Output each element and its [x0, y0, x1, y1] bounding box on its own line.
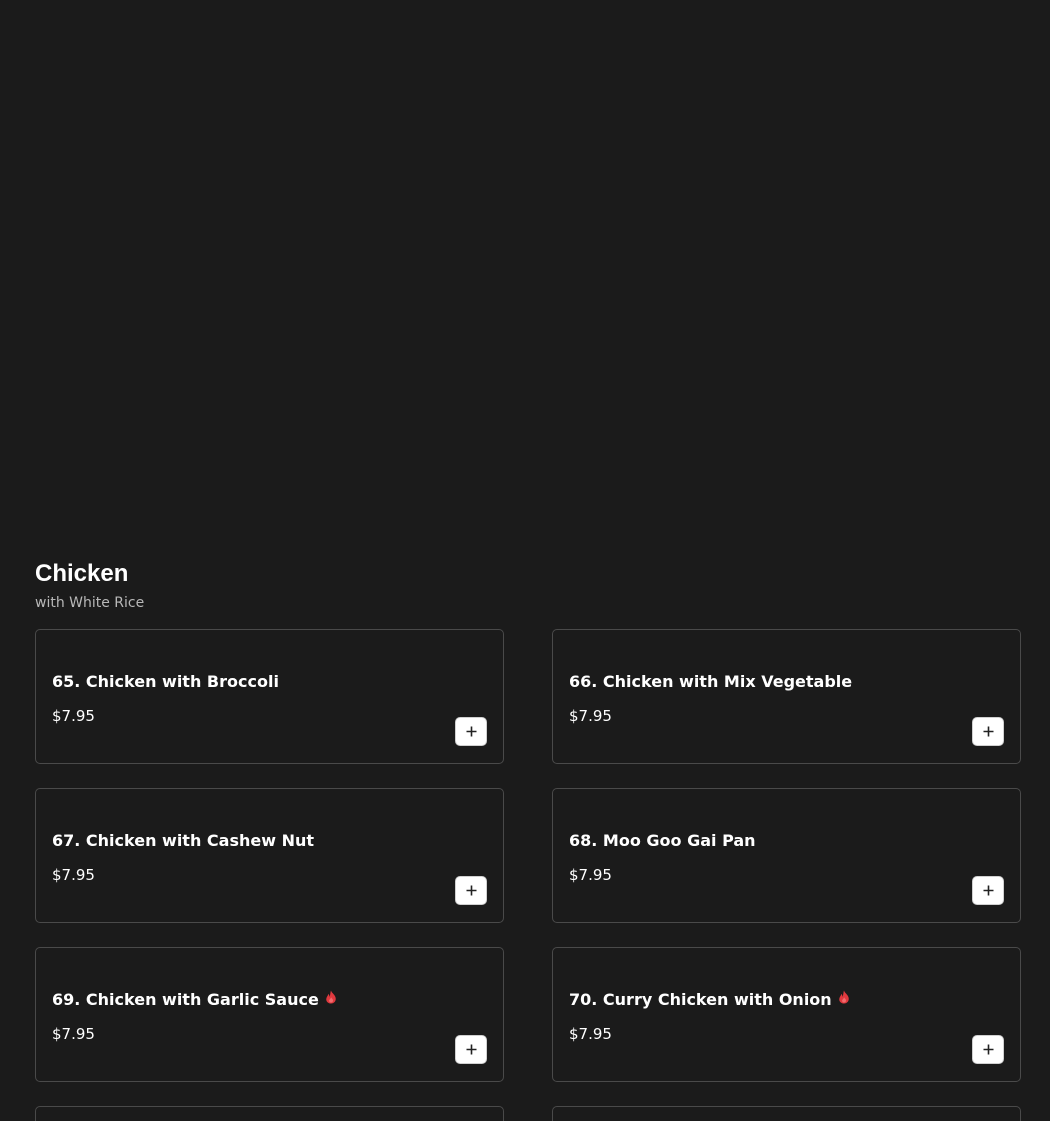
menu-item-name: 65. Chicken with Broccoli: [52, 672, 279, 691]
menu-item-card[interactable]: 66. Chicken with Mix Vegetable $7.95: [552, 629, 1021, 764]
menu-item-card[interactable]: 65. Chicken with Broccoli $7.95: [35, 629, 504, 764]
menu-item-grid: 65. Chicken with Broccoli $7.95 66. Chic…: [35, 629, 1021, 1121]
menu-item-card[interactable]: [35, 1106, 504, 1121]
plus-icon: [466, 1044, 476, 1055]
section-subtitle: with White Rice: [35, 595, 145, 611]
menu-item-price: $7.95: [569, 866, 612, 884]
plus-icon: [983, 885, 993, 896]
menu-item-price: $7.95: [569, 707, 612, 725]
flame-icon: [838, 990, 849, 1004]
menu-section-header: Chicken with White Rice: [35, 560, 1021, 612]
add-to-cart-button[interactable]: [455, 876, 487, 905]
plus-icon: [983, 726, 993, 737]
add-to-cart-button[interactable]: [455, 717, 487, 746]
plus-icon: [983, 1044, 993, 1055]
menu-item-price: $7.95: [52, 866, 95, 884]
menu-item-card[interactable]: 68. Moo Goo Gai Pan $7.95: [552, 788, 1021, 923]
menu-item-card[interactable]: [552, 1106, 1021, 1121]
add-to-cart-button[interactable]: [455, 1035, 487, 1064]
menu-item-name: 67. Chicken with Cashew Nut: [52, 831, 314, 850]
section-title: Chicken: [35, 560, 129, 587]
add-to-cart-button[interactable]: [972, 876, 1004, 905]
menu-item-name: 70. Curry Chicken with Onion: [569, 990, 850, 1010]
menu-item-name: 66. Chicken with Mix Vegetable: [569, 672, 853, 691]
flame-icon: [326, 990, 336, 1004]
menu-item-card[interactable]: 67. Chicken with Cashew Nut $7.95: [35, 788, 504, 923]
menu-item-price: $7.95: [52, 707, 95, 725]
menu-item-price: $7.95: [569, 1025, 612, 1043]
menu-item-name: 69. Chicken with Garlic Sauce: [52, 990, 337, 1010]
menu-page: Chicken with White Rice 65. Chicken with…: [0, 0, 1050, 1121]
add-to-cart-button[interactable]: [972, 717, 1004, 746]
plus-icon: [466, 726, 476, 737]
menu-item-card[interactable]: 69. Chicken with Garlic Sauce $7.95: [35, 947, 504, 1082]
menu-item-name: 68. Moo Goo Gai Pan: [569, 831, 756, 850]
menu-item-price: $7.95: [52, 1025, 95, 1043]
add-to-cart-button[interactable]: [972, 1035, 1004, 1064]
menu-item-card[interactable]: 70. Curry Chicken with Onion $7.95: [552, 947, 1021, 1082]
plus-icon: [466, 885, 476, 896]
